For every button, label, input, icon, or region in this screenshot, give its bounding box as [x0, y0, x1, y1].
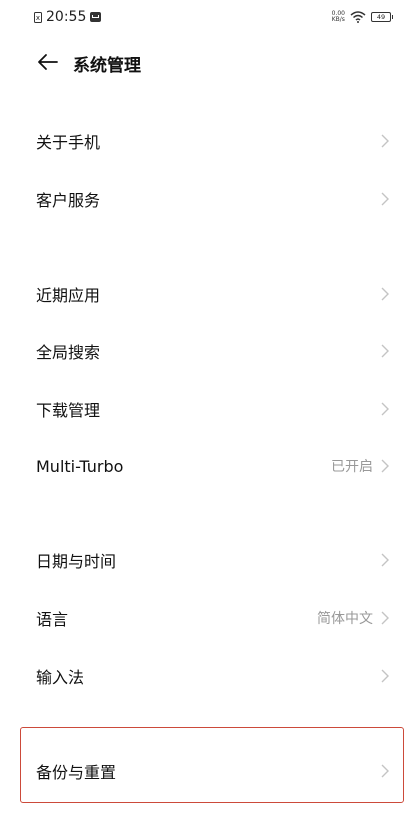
- list-item-right: [373, 764, 389, 778]
- list-item-label: 输入法: [36, 668, 85, 687]
- status-right: 0.00 KB/s 49: [332, 11, 393, 23]
- list-item-value: 简体中文: [317, 611, 373, 627]
- list-item-right: 简体中文: [317, 608, 389, 628]
- list-item-backup-reset[interactable]: 备份与重置: [0, 742, 415, 800]
- message-icon: [90, 12, 102, 22]
- list-item-right: [373, 134, 389, 148]
- list-item-label: Multi-Turbo: [36, 456, 124, 476]
- status-bar: x 20:55 0.00 KB/s 49: [0, 0, 415, 36]
- list-item-input-method[interactable]: 输入法: [0, 647, 415, 705]
- net-speed: 0.00 KB/s: [332, 11, 345, 23]
- list-item-language[interactable]: 语言 简体中文: [0, 589, 415, 647]
- status-left: x 20:55: [34, 9, 102, 25]
- chevron-right-icon: [381, 764, 389, 778]
- header: 系统管理: [0, 40, 415, 84]
- chevron-right-icon: [381, 192, 389, 206]
- list-item-label: 全局搜索: [36, 343, 101, 362]
- list-item-right: [373, 344, 389, 358]
- list-item-multi-turbo[interactable]: Multi-Turbo 已开启: [0, 437, 415, 495]
- list-item-label: 备份与重置: [36, 763, 117, 782]
- net-speed-unit: KB/s: [331, 16, 345, 23]
- list-item-label: 关于手机: [36, 133, 101, 152]
- chevron-right-icon: [381, 553, 389, 567]
- list-item-right: [373, 669, 389, 683]
- status-time: 20:55: [46, 9, 87, 25]
- list-item-right: [373, 553, 389, 567]
- list-item-date-time[interactable]: 日期与时间: [0, 531, 415, 589]
- chevron-right-icon: [381, 344, 389, 358]
- list-item-recent-apps[interactable]: 近期应用: [0, 265, 415, 323]
- list-item-value: 已开启: [331, 459, 373, 475]
- chevron-right-icon: [381, 459, 389, 473]
- page-title: 系统管理: [73, 56, 141, 76]
- list-item-right: [373, 192, 389, 206]
- list-item-right: [373, 402, 389, 416]
- list-item-global-search[interactable]: 全局搜索: [0, 322, 415, 380]
- list-item-right: [373, 287, 389, 301]
- back-button[interactable]: [36, 50, 60, 74]
- chevron-right-icon: [381, 402, 389, 416]
- list-item-label: 日期与时间: [36, 552, 117, 571]
- sim-icon: x: [34, 11, 42, 23]
- list-item-right: 已开启: [331, 456, 389, 476]
- list-item-label: 语言: [36, 610, 69, 629]
- battery-icon: 49: [371, 12, 393, 22]
- chevron-right-icon: [381, 134, 389, 148]
- list-item-about-phone[interactable]: 关于手机: [0, 112, 415, 170]
- chevron-right-icon: [381, 287, 389, 301]
- chevron-right-icon: [381, 669, 389, 683]
- list-item-download-manager[interactable]: 下载管理: [0, 380, 415, 438]
- chevron-right-icon: [381, 611, 389, 625]
- list-item-customer-service[interactable]: 客户服务: [0, 170, 415, 228]
- wifi-icon: [350, 11, 366, 23]
- list-item-label: 近期应用: [36, 286, 101, 305]
- list-item-label: 下载管理: [36, 401, 101, 420]
- arrow-left-icon: [36, 54, 60, 78]
- list-item-label: 客户服务: [36, 191, 101, 210]
